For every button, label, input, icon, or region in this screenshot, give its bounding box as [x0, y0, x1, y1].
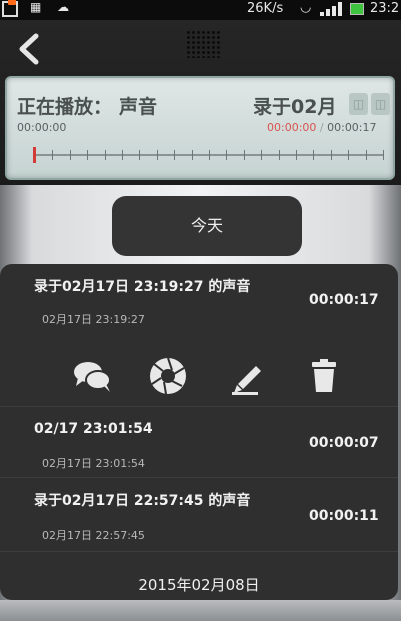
recording-duration: 00:00:17: [309, 292, 379, 308]
list-item[interactable]: 录于02月17日 23:19:27 的声音 02月17日 23:19:27 00…: [0, 264, 398, 344]
slider-tick: [331, 150, 332, 160]
slider-tick: [70, 150, 71, 160]
recording-title: 录于02月: [253, 96, 337, 118]
now-playing-label: 正在播放：: [17, 96, 113, 118]
header: 正在播放： ​声音 录于02月 ◫ ◫ 00:00:00 00:00:00 / …: [0, 20, 401, 185]
status-icons-left: ▦ ☁: [30, 0, 76, 14]
slider-tick: [296, 150, 297, 160]
current-time: 00:00:00: [267, 121, 317, 134]
slider-tick: [87, 150, 88, 160]
aperture-icon: [150, 357, 186, 395]
bottom-edge: [0, 600, 401, 621]
slider-tick: [244, 150, 245, 160]
slider-tick: [279, 150, 280, 160]
slider-tick: [209, 150, 210, 160]
speaker-grille: [186, 30, 222, 58]
slider-tick: [261, 150, 262, 160]
slider-tick: [192, 150, 193, 160]
back-button[interactable]: [16, 32, 46, 68]
total-duration: 00:00:17: [327, 121, 377, 134]
elapsed-time: 00:00:00: [17, 121, 67, 134]
slider-tick: [122, 150, 123, 160]
list-item[interactable]: 02/17 23:01:54 02月17日 23:01:54 00:00:07: [0, 406, 398, 478]
time-separator: /: [316, 121, 328, 134]
slider-tick: [174, 150, 175, 160]
slider-tick: [383, 150, 384, 160]
slider-tick: [348, 150, 349, 160]
player-panel: 正在播放： ​声音 录于02月 ◫ ◫ 00:00:00 00:00:00 / …: [5, 76, 395, 180]
list-item[interactable]: 录于02月17日 22:57:45 的声音 02月17日 22:57:45 00…: [0, 478, 398, 552]
recording-title: 录于02月17日 23:19:27 的声音: [34, 279, 251, 295]
today-button[interactable]: 今天: [112, 196, 302, 256]
mode-button[interactable]: ◫: [371, 93, 390, 115]
clock: 23:2: [370, 1, 400, 16]
item-actions: [0, 344, 398, 406]
recording-title: 02/17 23:01:54: [34, 421, 153, 437]
battery-icon: [350, 3, 364, 15]
status-bar: ▦ ☁ 26K/s ◡ 23:2: [0, 0, 401, 20]
now-playing-title: ​声音: [119, 96, 158, 118]
slider-tick: [52, 150, 53, 160]
time-readout: 00:00:00 / 00:00:17: [267, 121, 377, 134]
signal-icon: [320, 2, 342, 16]
progress-slider[interactable]: [33, 147, 384, 163]
pencil-icon: [232, 366, 261, 395]
progress-thumb[interactable]: [33, 147, 36, 163]
recording-timestamp: 02月17日 23:01:54: [42, 457, 145, 470]
date-section-header: 2015年02月08日: [138, 576, 260, 594]
recording-duration: 00:00:07: [309, 435, 379, 451]
recordings-list: 录于02月17日 23:19:27 的声音 02月17日 23:19:27 00…: [0, 264, 398, 600]
delete-button[interactable]: [302, 354, 346, 398]
slider-tick: [226, 150, 227, 160]
slider-tick: [313, 150, 314, 160]
recording-timestamp: 02月17日 22:57:45: [42, 529, 145, 542]
recording-title: 录于02月17日 22:57:45 的声音: [34, 493, 251, 509]
loop-button[interactable]: ◫: [349, 93, 368, 115]
trash-icon: [312, 359, 336, 392]
recording-timestamp: 02月17日 23:19:27: [42, 313, 145, 326]
share-button[interactable]: [70, 354, 114, 398]
slider-tick: [105, 150, 106, 160]
rename-button[interactable]: [224, 354, 268, 398]
slider-tick: [157, 150, 158, 160]
wifi-icon: ◡: [300, 0, 312, 15]
slider-tick: [139, 150, 140, 160]
back-arrow-icon: [19, 33, 39, 65]
settings-button[interactable]: [146, 354, 190, 398]
network-speed: 26K/s: [247, 1, 284, 16]
chat-bubbles-icon: [74, 362, 111, 392]
notification-icon: [2, 0, 18, 17]
slider-tick: [366, 150, 367, 160]
recording-duration: 00:00:11: [309, 508, 379, 524]
